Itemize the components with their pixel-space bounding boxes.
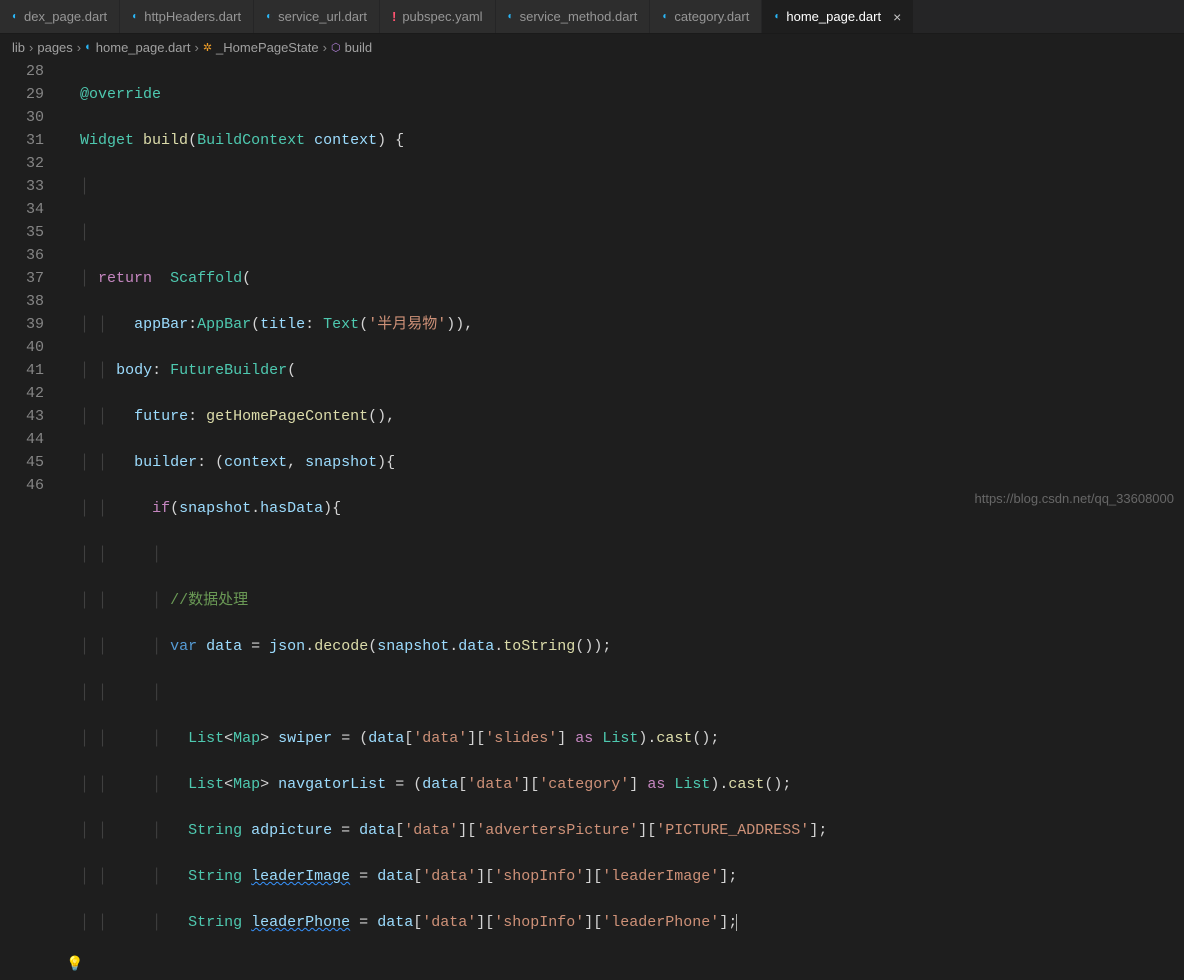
tab-label: service_method.dart xyxy=(520,9,638,24)
code-line: │ │ │ List<Map> swiper = (data['data']['… xyxy=(62,727,827,750)
dart-icon: ◐ xyxy=(266,11,272,22)
code-line: │ │ builder: (context, snapshot){ xyxy=(62,451,827,474)
watermark: https://blog.csdn.net/qq_33608000 xyxy=(975,491,1175,506)
tab-label: service_url.dart xyxy=(278,9,367,24)
tab-category[interactable]: ◐ category.dart xyxy=(650,0,762,33)
line-number: 43 xyxy=(0,405,44,428)
line-number: 35 xyxy=(0,221,44,244)
line-number: 41 xyxy=(0,359,44,382)
code-line: │ │ │ xyxy=(62,681,827,704)
tab-bar: ◐ dex_page.dart ◐ httpHeaders.dart ◐ servic… xyxy=(0,0,1184,34)
editor[interactable]: 28 29 30 31 32 33 34 35 36 37 38 39 40 4… xyxy=(0,60,1184,980)
line-number: 42 xyxy=(0,382,44,405)
chevron-right-icon: › xyxy=(77,40,81,55)
tab-label: category.dart xyxy=(674,9,749,24)
tab-label: httpHeaders.dart xyxy=(144,9,241,24)
line-number: 32 xyxy=(0,152,44,175)
line-number: 37 xyxy=(0,267,44,290)
line-number: 40 xyxy=(0,336,44,359)
lightbulb-icon[interactable]: 💡 xyxy=(66,954,83,977)
code-line: │ return Scaffold( xyxy=(62,267,827,290)
tab-dex-page[interactable]: ◐ dex_page.dart xyxy=(0,0,120,33)
code-line: │ │ if(snapshot.hasData){ xyxy=(62,497,827,520)
close-icon[interactable]: × xyxy=(893,9,901,25)
bc-class[interactable]: _HomePageState xyxy=(216,40,319,55)
code-line: │ │ body: FutureBuilder( xyxy=(62,359,827,382)
code-line: │ │ │ var data = json.decode(snapshot.da… xyxy=(62,635,827,658)
yaml-icon: ! xyxy=(392,9,396,24)
code-line: │ │ │ String adpicture = data['data']['a… xyxy=(62,819,827,842)
code-line: Widget build(BuildContext context) { xyxy=(62,129,827,152)
dart-icon: ◐ xyxy=(508,11,514,22)
class-icon: ✲ xyxy=(203,41,212,54)
tab-pubspec[interactable]: ! pubspec.yaml xyxy=(380,0,496,33)
method-icon: ⬡ xyxy=(331,41,341,54)
code-line: │ xyxy=(62,175,827,198)
line-number: 39 xyxy=(0,313,44,336)
dart-icon: ◐ xyxy=(132,11,138,22)
code-line: │ │ │ List<Map> navgatorList = (data['da… xyxy=(62,773,827,796)
code-line: │ │ │ String leaderImage = data['data'][… xyxy=(62,865,827,888)
text-cursor xyxy=(736,914,737,931)
line-number: 28 xyxy=(0,60,44,83)
line-number: 46 xyxy=(0,474,44,497)
tab-label: pubspec.yaml xyxy=(402,9,482,24)
dart-icon: ◐ xyxy=(774,11,780,22)
tab-service-method[interactable]: ◐ service_method.dart xyxy=(496,0,651,33)
tab-home-page[interactable]: ◐ home_page.dart × xyxy=(762,0,914,33)
line-number: 38 xyxy=(0,290,44,313)
dart-icon: ◐ xyxy=(85,41,92,53)
bc-method[interactable]: build xyxy=(345,40,372,55)
tab-service-url[interactable]: ◐ service_url.dart xyxy=(254,0,380,33)
dart-icon: ◐ xyxy=(12,11,18,22)
line-number: 30 xyxy=(0,106,44,129)
line-number: 36 xyxy=(0,244,44,267)
tab-label: home_page.dart xyxy=(786,9,881,24)
tab-httpheaders[interactable]: ◐ httpHeaders.dart xyxy=(120,0,254,33)
bc-pages[interactable]: pages xyxy=(37,40,72,55)
code-line: │ │ │ xyxy=(62,543,827,566)
line-number: 33 xyxy=(0,175,44,198)
code-line: │ │ appBar:AppBar(title: Text('半月易物')), xyxy=(62,313,827,336)
breadcrumb[interactable]: lib › pages › ◐ home_page.dart › ✲ _Home… xyxy=(0,34,1184,60)
code-line: @override xyxy=(62,83,827,106)
bc-file[interactable]: home_page.dart xyxy=(96,40,191,55)
bc-lib[interactable]: lib xyxy=(12,40,25,55)
tab-label: dex_page.dart xyxy=(24,9,107,24)
gutter: 28 29 30 31 32 33 34 35 36 37 38 39 40 4… xyxy=(0,60,62,980)
line-number: 44 xyxy=(0,428,44,451)
line-number: 45 xyxy=(0,451,44,474)
chevron-right-icon: › xyxy=(194,40,198,55)
code-line: │ │ │ //数据处理 xyxy=(62,589,827,612)
code-line: │ │ future: getHomePageContent(), xyxy=(62,405,827,428)
code-line: │ │ │ String leaderPhone = data['data'][… xyxy=(62,911,827,934)
chevron-right-icon: › xyxy=(323,40,327,55)
line-number: 31 xyxy=(0,129,44,152)
chevron-right-icon: › xyxy=(29,40,33,55)
dart-icon: ◐ xyxy=(662,11,668,22)
code-line: │ xyxy=(62,221,827,244)
code-area[interactable]: @override Widget build(BuildContext cont… xyxy=(62,60,827,980)
line-number: 29 xyxy=(0,83,44,106)
line-number: 34 xyxy=(0,198,44,221)
